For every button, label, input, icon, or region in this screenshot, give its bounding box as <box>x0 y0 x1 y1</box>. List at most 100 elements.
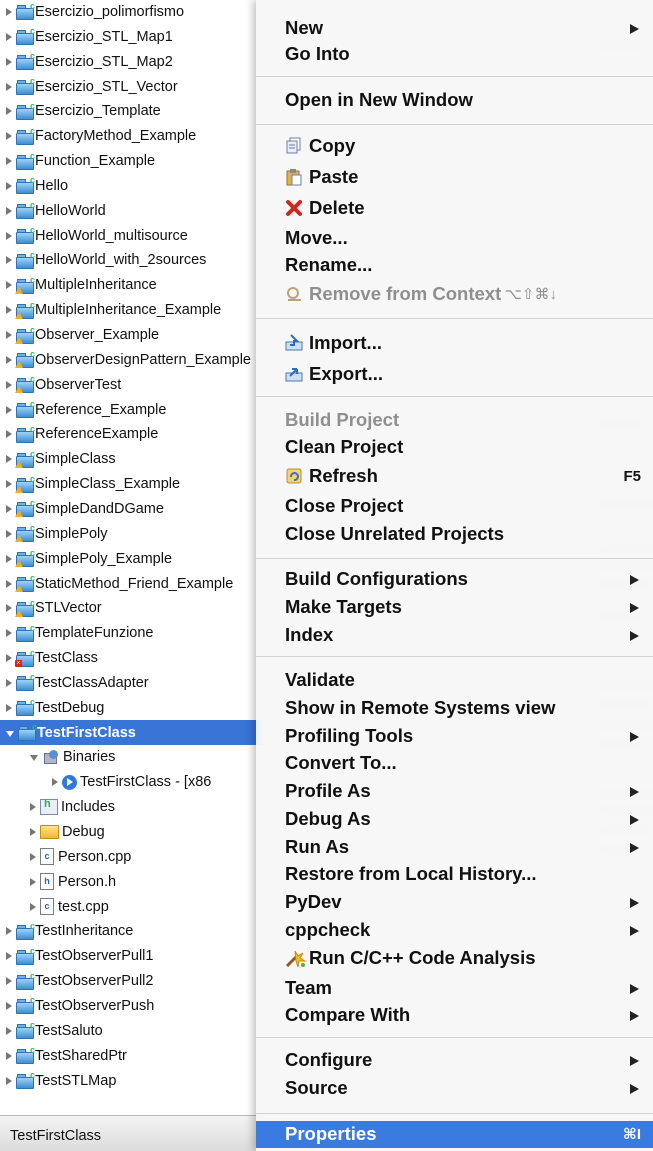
menu-item-run-c-c-code-analysis[interactable]: Run C/C++ Code Analysis <box>256 945 653 972</box>
expand-triangle-icon[interactable] <box>6 554 12 563</box>
tree-project-esercizio-template[interactable]: c Esercizio_Template <box>0 99 262 124</box>
expand-triangle-open-icon[interactable] <box>30 755 38 762</box>
expand-triangle-icon[interactable] <box>6 281 12 290</box>
menu-item-refresh[interactable]: Refresh F5 <box>256 463 653 490</box>
tree-project-teststlmap[interactable]: c TestSTLMap <box>0 1068 262 1093</box>
tree-project-simpleclass-example[interactable]: c SimpleClass_Example <box>0 472 262 497</box>
menu-item-cppcheck[interactable]: cppcheck <box>256 917 653 944</box>
tree-project-simpledanddgame[interactable]: c SimpleDandDGame <box>0 497 262 522</box>
menu-item-copy[interactable]: Copy <box>256 133 653 160</box>
tree-project-testsharedptr[interactable]: c TestSharedPtr <box>0 1043 262 1068</box>
menu-item-build-configurations[interactable]: Build Configurations <box>256 566 653 593</box>
tree-project-testobserverpull1[interactable]: c TestObserverPull1 <box>0 944 262 969</box>
expand-triangle-icon[interactable] <box>30 902 36 911</box>
tree-debug-folder[interactable]: Debug <box>0 820 262 845</box>
tree-project-function-example[interactable]: c Function_Example <box>0 149 262 174</box>
expand-triangle-icon[interactable] <box>6 7 12 16</box>
expand-triangle-icon[interactable] <box>6 256 12 265</box>
expand-triangle-icon[interactable] <box>6 306 12 315</box>
expand-triangle-icon[interactable] <box>6 1076 12 1085</box>
expand-triangle-icon[interactable] <box>6 157 12 166</box>
expand-triangle-icon[interactable] <box>6 529 12 538</box>
expand-triangle-icon[interactable] <box>6 57 12 66</box>
expand-triangle-icon[interactable] <box>6 629 12 638</box>
menu-item-source[interactable]: Source <box>256 1075 653 1102</box>
menu-item-close-project[interactable]: Close Project <box>256 493 653 520</box>
menu-item-configure[interactable]: Configure <box>256 1047 653 1074</box>
expand-triangle-icon[interactable] <box>6 206 12 215</box>
expand-triangle-icon[interactable] <box>6 32 12 41</box>
expand-triangle-icon[interactable] <box>6 405 12 414</box>
menu-item-import[interactable]: Import... <box>256 330 653 357</box>
tree-project-reference-example[interactable]: c Reference_Example <box>0 397 262 422</box>
expand-triangle-icon[interactable] <box>6 604 12 613</box>
tree-file-test-cpp[interactable]: c test.cpp <box>0 894 262 919</box>
tree-project-referenceexample[interactable]: c ReferenceExample <box>0 422 262 447</box>
menu-item-profiling-tools[interactable]: Profiling Tools <box>256 723 653 750</box>
menu-item-close-unrelated-projects[interactable]: Close Unrelated Projects <box>256 521 653 548</box>
expand-triangle-icon[interactable] <box>6 82 12 91</box>
tree-project-factorymethod-example[interactable]: c FactoryMethod_Example <box>0 124 262 149</box>
expand-triangle-icon[interactable] <box>6 504 12 513</box>
expand-triangle-icon[interactable] <box>30 877 36 886</box>
menu-item-show-in-remote-systems-view[interactable]: Show in Remote Systems view <box>256 695 653 722</box>
tree-project-templatefunzione[interactable]: c TemplateFunzione <box>0 621 262 646</box>
menu-item-new[interactable]: New <box>256 15 653 42</box>
menu-item-restore-from-local-history[interactable]: Restore from Local History... <box>256 861 653 888</box>
tree-includes[interactable]: Includes <box>0 795 262 820</box>
tree-file-person-cpp[interactable]: c Person.cpp <box>0 844 262 869</box>
menu-item-make-targets[interactable]: Make Targets <box>256 594 653 621</box>
tree-project-helloworld-with-2sources[interactable]: c HelloWorld_with_2sources <box>0 248 262 273</box>
expand-triangle-icon[interactable] <box>6 132 12 141</box>
tree-project-esercizio-stl-map2[interactable]: c Esercizio_STL_Map2 <box>0 49 262 74</box>
tree-project-testinheritance[interactable]: c TestInheritance <box>0 919 262 944</box>
menu-item-go-into[interactable]: Go Into <box>256 41 653 68</box>
expand-triangle-icon[interactable] <box>6 107 12 116</box>
tree-project-esercizio-stl-vector[interactable]: c Esercizio_STL_Vector <box>0 74 262 99</box>
tree-project-observerdesignpattern-example[interactable]: c ObserverDesignPattern_Example <box>0 347 262 372</box>
expand-triangle-icon[interactable] <box>30 828 36 837</box>
tree-project-testobserverpush[interactable]: c TestObserverPush <box>0 994 262 1019</box>
menu-item-debug-as[interactable]: Debug As <box>256 806 653 833</box>
menu-item-open-in-new-window[interactable]: Open in New Window <box>256 87 653 114</box>
tree-project-testclassadapter[interactable]: c TestClassAdapter <box>0 671 262 696</box>
tree-project-testsaluto[interactable]: c TestSaluto <box>0 1018 262 1043</box>
expand-triangle-icon[interactable] <box>6 678 12 687</box>
menu-item-validate[interactable]: Validate <box>256 667 653 694</box>
expand-triangle-icon[interactable] <box>6 380 12 389</box>
expand-triangle-icon[interactable] <box>6 455 12 464</box>
tree-project-simpleclass[interactable]: c SimpleClass <box>0 447 262 472</box>
tree-project-observertest[interactable]: c ObserverTest <box>0 372 262 397</box>
menu-item-convert-to[interactable]: Convert To... <box>256 750 653 777</box>
menu-item-run-as[interactable]: Run As <box>256 834 653 861</box>
menu-item-export[interactable]: Export... <box>256 361 653 388</box>
expand-triangle-icon[interactable] <box>30 852 36 861</box>
tree-binary-item[interactable]: TestFirstClass - [x86 <box>0 770 262 795</box>
tree-project-testdebug[interactable]: c TestDebug <box>0 695 262 720</box>
menu-item-move[interactable]: Move... <box>256 225 653 252</box>
tree-project-testobserverpull2[interactable]: c TestObserverPull2 <box>0 969 262 994</box>
tree-project-observer-example[interactable]: c Observer_Example <box>0 323 262 348</box>
expand-triangle-open-icon[interactable] <box>6 730 14 737</box>
tree-project-simplepoly[interactable]: c SimplePoly <box>0 521 262 546</box>
menu-item-pydev[interactable]: PyDev <box>256 889 653 916</box>
menu-item-compare-with[interactable]: Compare With <box>256 1002 653 1029</box>
expand-triangle-icon[interactable] <box>6 977 12 986</box>
expand-triangle-icon[interactable] <box>6 181 12 190</box>
menu-item-delete[interactable]: Delete <box>256 195 653 222</box>
menu-item-index[interactable]: Index <box>256 622 653 649</box>
expand-triangle-icon[interactable] <box>6 430 12 439</box>
expand-triangle-icon[interactable] <box>6 952 12 961</box>
expand-triangle-icon[interactable] <box>6 355 12 364</box>
tree-project-esercizio-polimorfismo[interactable]: c Esercizio_polimorfismo <box>0 0 262 24</box>
tree-project-multipleinheritance[interactable]: c MultipleInheritance <box>0 273 262 298</box>
tree-project-helloworld-multisource[interactable]: c HelloWorld_multisource <box>0 223 262 248</box>
tree-project-hello[interactable]: c Hello <box>0 174 262 199</box>
expand-triangle-icon[interactable] <box>6 231 12 240</box>
expand-triangle-icon[interactable] <box>30 803 36 812</box>
tree-project-stlvector[interactable]: c STLVector <box>0 596 262 621</box>
tree-project-esercizio-stl-map1[interactable]: c Esercizio_STL_Map1 <box>0 24 262 49</box>
menu-item-properties[interactable]: Properties ⌘I <box>256 1120 653 1148</box>
tree-project-simplepoly-example[interactable]: c SimplePoly_Example <box>0 546 262 571</box>
tree-project-testclass[interactable]: c × TestClass <box>0 646 262 671</box>
